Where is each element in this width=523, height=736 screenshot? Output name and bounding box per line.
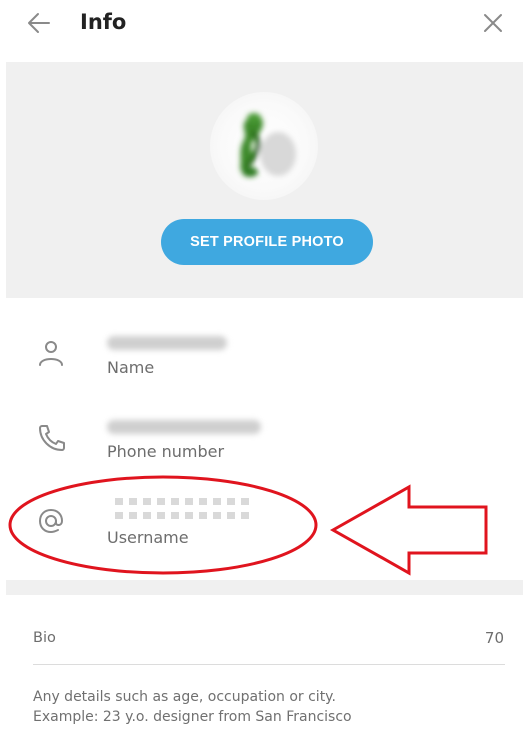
phone-icon (34, 420, 68, 454)
bio-hint-line-2: Example: 23 y.o. designer from San Franc… (33, 709, 352, 725)
set-profile-photo-button[interactable]: SET PROFILE PHOTO (161, 219, 373, 265)
section-divider (6, 580, 523, 595)
bio-label: Bio (33, 630, 56, 646)
arrow-left-icon (28, 13, 50, 33)
bio-hint: Any details such as age, occupation or c… (33, 687, 503, 727)
bio-char-counter: 70 (484, 629, 504, 647)
user-icon (34, 336, 68, 370)
bio-hint-line-1: Any details such as age, occupation or c… (33, 689, 336, 705)
bio-input[interactable]: Bio 70 (0, 620, 523, 666)
close-button[interactable] (478, 8, 508, 38)
name-field[interactable]: Name (0, 332, 523, 412)
avatar[interactable] (210, 92, 318, 200)
page-title: Info (80, 10, 127, 34)
avatar-image (240, 113, 296, 177)
profile-photo-panel: SET PROFILE PHOTO (6, 62, 523, 298)
phone-label: Phone number (107, 442, 225, 461)
close-icon (484, 14, 502, 32)
username-field[interactable]: Username (0, 496, 523, 576)
back-button[interactable] (24, 8, 54, 38)
name-label: Name (107, 358, 155, 377)
bio-underline (33, 664, 505, 665)
header: Info (0, 0, 523, 46)
phone-field[interactable]: Phone number (0, 416, 523, 496)
username-label: Username (107, 528, 189, 547)
username-value (107, 496, 252, 519)
at-sign-icon (34, 504, 68, 538)
